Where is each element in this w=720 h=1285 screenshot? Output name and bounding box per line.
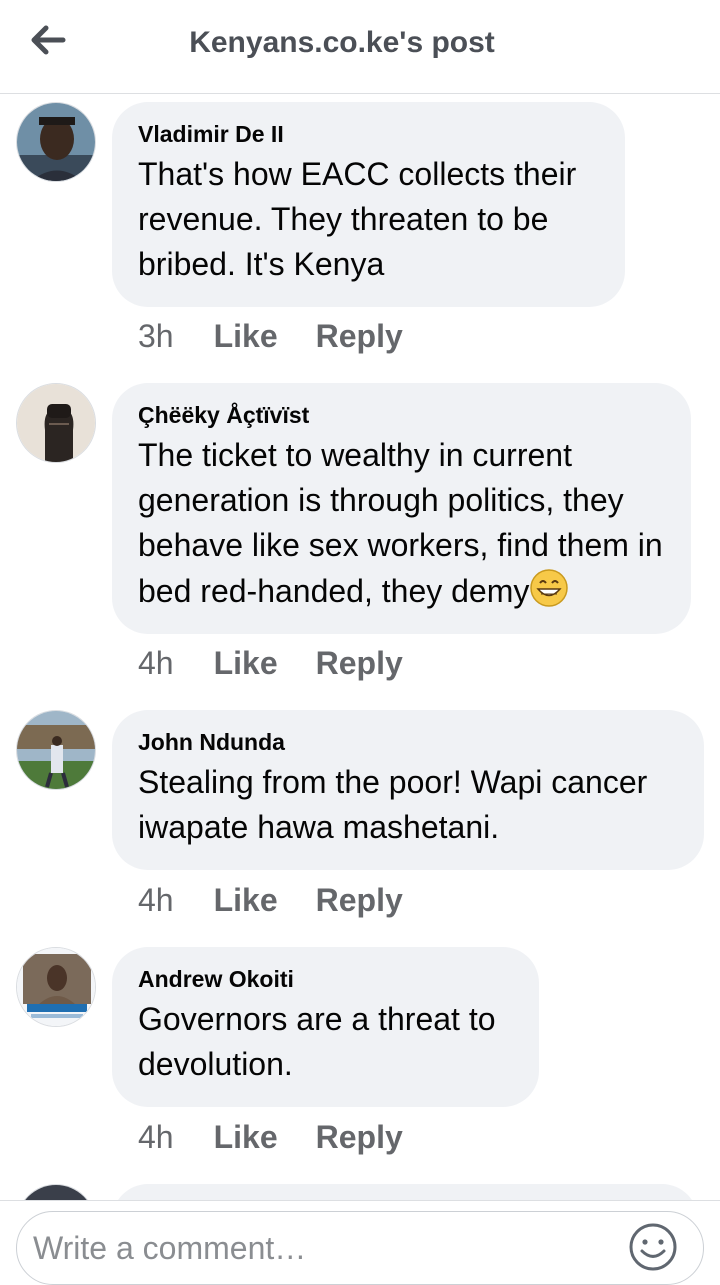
comment-actions: 4h Like Reply [138,882,441,919]
comment-composer [0,1200,720,1285]
reply-button[interactable]: Reply [316,645,403,682]
comment-bubble[interactable]: Vladimir De II That's how EACC collects … [112,102,625,307]
comment-text-content: The ticket to wealthy in current generat… [138,437,663,609]
comment-actions: 3h Like Reply [138,318,441,355]
page-title: Kenyans.co.ke's post [189,26,495,59]
comment-author[interactable]: Çhëëky Åçtïvïst [138,401,665,429]
like-button[interactable]: Like [214,318,278,355]
comment-author[interactable]: Vladimir De II [138,120,599,148]
comment-text: The ticket to wealthy in current generat… [138,433,665,614]
comment-bubble[interactable]: Andrew Okoiti Governors are a threat to … [112,947,539,1107]
avatar[interactable] [16,710,96,790]
reply-button[interactable]: Reply [316,882,403,919]
comment-text: Stealing from the poor! Wapi cancer iwap… [138,764,648,845]
comment-bubble[interactable] [112,1184,698,1200]
comment-author[interactable]: Andrew Okoiti [138,965,513,993]
grinning-face-icon [530,569,569,607]
comment-bubble[interactable]: John Ndunda Stealing from the poor! Wapi… [112,710,704,870]
comment-text: Governors are a threat to devolution. [138,1001,496,1082]
comment-timestamp[interactable]: 4h [138,645,174,682]
comment-timestamp[interactable]: 3h [138,318,174,355]
post-header: Kenyans.co.ke's post [0,0,720,94]
avatar[interactable] [16,947,96,1027]
comment-text: That's how EACC collects their revenue. … [138,156,577,282]
smiley-icon [629,1223,677,1271]
like-button[interactable]: Like [214,882,278,919]
comment-bubble[interactable]: Çhëëky Åçtïvïst The ticket to wealthy in… [112,383,691,634]
comment-list[interactable]: Vladimir De II That's how EACC collects … [0,94,720,1200]
comment-actions: 4h Like Reply [138,645,441,682]
emoji-button[interactable] [628,1222,678,1272]
comment-timestamp[interactable]: 4h [138,882,174,919]
comment-author[interactable]: John Ndunda [138,728,678,756]
avatar[interactable] [16,1184,96,1200]
avatar[interactable] [16,383,96,463]
like-button[interactable]: Like [214,645,278,682]
comment-input[interactable] [16,1211,704,1285]
reply-button[interactable]: Reply [316,318,403,355]
reply-button[interactable]: Reply [316,1119,403,1156]
avatar[interactable] [16,102,96,182]
comment-timestamp[interactable]: 4h [138,1119,174,1156]
like-button[interactable]: Like [214,1119,278,1156]
comment-actions: 4h Like Reply [138,1119,441,1156]
